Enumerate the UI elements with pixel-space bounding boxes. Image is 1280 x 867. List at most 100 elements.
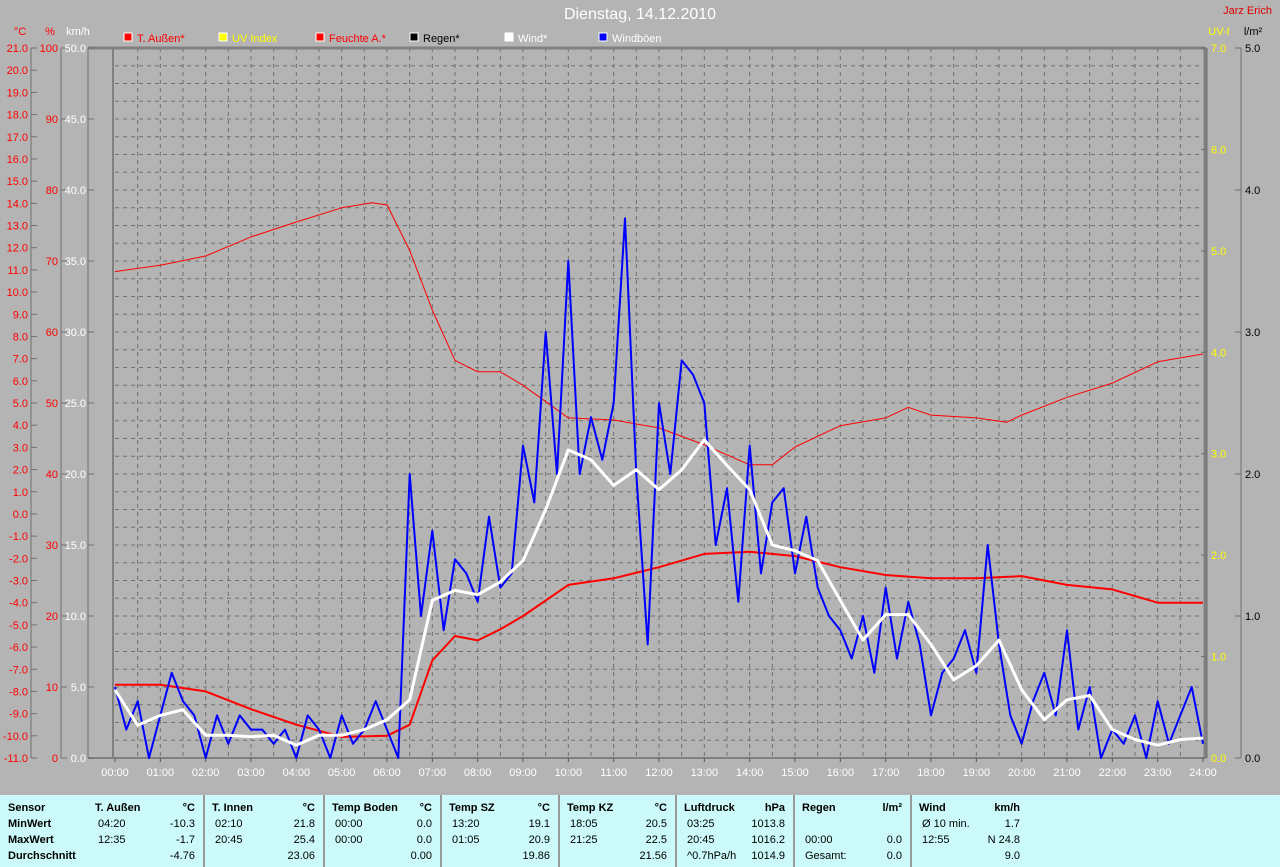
rain-axis-label: 0.0 [1245, 753, 1260, 765]
stats-column: Luftdruck hPa 03:25 1013.8 20:45 1016.2 ^0.7hP… [677, 795, 795, 867]
rain-axis-label: 2.0 [1245, 469, 1260, 481]
rain-axis-label: 5.0 [1245, 43, 1260, 55]
x-tick-label: 03:00 [237, 767, 265, 779]
stats-time: 02:10 [215, 818, 243, 830]
wind-axis-label: 25.0 [65, 398, 86, 410]
humidity-axis-label: 70 [46, 256, 58, 268]
stats-value: 20.9 [528, 834, 550, 846]
legend-swatch [409, 32, 419, 42]
uv-axis-label: 1.0 [1211, 652, 1226, 664]
x-tick-label: 19:00 [963, 767, 991, 779]
temp-axis-label: -6.0 [9, 642, 28, 654]
temp-axis-label: -1.0 [9, 531, 28, 543]
stats-value: 1013.8 [751, 818, 785, 830]
stats-header: Luftdruck [684, 802, 735, 814]
x-tick-label: 12:00 [645, 767, 673, 779]
wind-axis-label: 20.0 [65, 469, 86, 481]
stats-value: 1014.9 [751, 850, 785, 862]
stats-unit: °C [537, 802, 550, 814]
x-tick-label: 00:00 [101, 767, 129, 779]
legend-label: Feuchte A.* [329, 33, 387, 45]
wind-axis-unit: km/h [66, 26, 90, 38]
uv-axis-label: 4.0 [1211, 347, 1226, 359]
weather-chart: 00:00 01:00 02:00 03:00 04:00 05:00 06:00 07:00… [3, 26, 1263, 779]
uv-axis-label: 6.0 [1211, 144, 1226, 156]
humidity-axis-label: 100 [40, 43, 58, 55]
author-label: Jarz Erich [1223, 5, 1272, 17]
legend-label: Windböen [612, 33, 662, 45]
legend-swatch [504, 32, 514, 42]
x-tick-label: 05:00 [328, 767, 356, 779]
stats-unit: km/h [994, 802, 1020, 814]
temp-axis-label: -4.0 [9, 598, 28, 610]
stats-column: Regen l/m² 00:00 0.0 Gesamt: 0.0 [795, 795, 912, 867]
stats-value: 0.0 [886, 850, 902, 862]
x-tick-label: 14:00 [736, 767, 764, 779]
x-tick-label: 22:00 [1099, 767, 1127, 779]
temp-axis-unit: °C [14, 26, 26, 38]
uv-axis-unit: UV-I [1208, 26, 1229, 38]
temp-axis-label: 13.0 [7, 221, 28, 233]
uv-axis-label: 5.0 [1211, 246, 1226, 258]
stats-value: 20.5 [645, 818, 667, 830]
wind-axis-label: 5.0 [71, 682, 86, 694]
temp-axis-label: 16.0 [7, 154, 28, 166]
legend-swatch [123, 32, 133, 42]
wind-axis-label: 40.0 [65, 185, 86, 197]
temp-axis-label: 15.0 [7, 176, 28, 188]
stats-time: 00:00 [335, 834, 363, 846]
x-tick-label: 02:00 [192, 767, 220, 779]
temp-axis-label: -8.0 [9, 686, 28, 698]
stats-time: 20:45 [687, 834, 715, 846]
stats-time: 21:25 [570, 834, 598, 846]
x-tick-label: 04:00 [283, 767, 311, 779]
wind-axis-label: 30.0 [65, 327, 86, 339]
stats-value: 19.1 [528, 818, 550, 830]
humidity-axis-unit: % [45, 26, 55, 38]
stats-value: N 24.8 [987, 834, 1020, 846]
stats-value: 1.7 [1004, 818, 1020, 830]
x-tick-label: 20:00 [1008, 767, 1036, 779]
stats-time: 12:35 [98, 834, 126, 846]
uv-axis-label: 0.0 [1211, 753, 1226, 765]
stats-column: Temp Boden °C 00:00 0.0 00:00 0.0 0.00 [325, 795, 442, 867]
stats-header: Temp SZ [449, 802, 495, 814]
stats-unit: °C [302, 802, 315, 814]
legend-label: T. Außen* [137, 33, 185, 45]
stats-table: Sensor MinWert MaxWert Durchschnitt T. Außen… [0, 795, 1280, 867]
stats-value: 0.0 [886, 834, 902, 846]
stats-time: 01:05 [452, 834, 480, 846]
temp-axis-label: -7.0 [9, 664, 28, 676]
stats-row-label: MaxWert [8, 834, 54, 846]
legend-label: Regen* [423, 33, 460, 45]
stats-time: 13:20 [452, 818, 480, 830]
temp-axis-label: -11.0 [4, 753, 28, 765]
stats-time: 04:20 [98, 818, 126, 830]
x-tick-label: 11:00 [600, 767, 627, 779]
stats-column: Wind km/h Ø 10 min. 1.7 12:55 N 24.8 9.0 [912, 795, 1028, 867]
temp-axis-label: 1.0 [13, 487, 28, 499]
stats-time: 00:00 [335, 818, 363, 830]
stats-time: ^0.7hPa/h [687, 850, 737, 862]
uv-axis-label: 3.0 [1211, 449, 1226, 461]
stats-time: 03:25 [687, 818, 715, 830]
stats-time: Ø 10 min. [922, 818, 970, 830]
humidity-axis-label: 10 [46, 682, 58, 694]
uv-axis-label: 7.0 [1211, 43, 1226, 55]
stats-time: 18:05 [570, 818, 598, 830]
stats-unit: hPa [764, 802, 785, 814]
legend-label: UV Index [232, 33, 278, 45]
stats-time: 20:45 [215, 834, 243, 846]
wind-axis-label: 45.0 [65, 114, 86, 126]
temp-axis-label: 4.0 [13, 420, 28, 432]
stats-header: Regen [802, 802, 836, 814]
temp-axis-label: 10.0 [7, 287, 28, 299]
temp-axis-label: -2.0 [9, 553, 28, 565]
stats-value: 25.4 [293, 834, 315, 846]
temp-axis-label: 17.0 [7, 132, 28, 144]
legend-label: Wind* [518, 33, 548, 45]
uv-axis-label: 2.0 [1211, 550, 1226, 562]
stats-value: -4.76 [169, 850, 195, 862]
rain-axis-label: 3.0 [1245, 327, 1260, 339]
x-tick-label: 17:00 [872, 767, 900, 779]
